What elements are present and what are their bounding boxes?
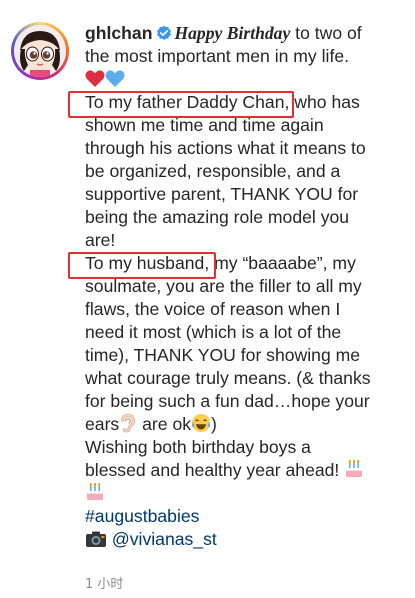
caption-text: blessed and healthy year ahead! <box>85 460 340 480</box>
caption-line-15: time), THANK YOU for showing me <box>85 345 361 365</box>
caption-line-18: ears are ok) <box>85 413 400 436</box>
caption-line-16: what courage truly means. (& thanks <box>85 368 371 388</box>
caption-line-6: through his actions what it means to <box>85 138 366 158</box>
caption-text: who has <box>289 92 360 112</box>
username-link[interactable]: ghlchan <box>85 23 152 43</box>
father-highlight-box <box>68 91 294 118</box>
caption-line-2: the most important men in my life. <box>85 46 350 66</box>
caption-text: are ok <box>137 414 192 434</box>
photographer-mention-link[interactable]: @vivianas_st <box>112 529 217 549</box>
husband-highlight-box <box>68 252 216 279</box>
caption-line-23: @vivianas_st <box>85 528 400 551</box>
caption-line-1: ghlchan Happy Birthday to two of <box>85 22 400 45</box>
caption-line-14: need it most (which is a lot of the <box>85 322 342 342</box>
happy-birthday-text: Happy Birthday <box>174 23 291 43</box>
caption-line-17: for being such a fun dad…hope your <box>85 391 370 411</box>
caption-line-3 <box>85 68 400 91</box>
caption-text: my “baaaabe”, my <box>209 253 356 273</box>
instagram-post-caption: ghlchan Happy Birthday to two of the most… <box>0 0 415 598</box>
caption-line-22: #augustbabies <box>85 505 400 528</box>
story-ring[interactable] <box>11 22 69 80</box>
caption-line-19: Wishing both birthday boys a <box>85 437 311 457</box>
caption-line-20: blessed and healthy year ahead! <box>85 459 400 482</box>
caption-line-9: being the amazing role model you <box>85 207 350 227</box>
birthday-cake-icon <box>344 459 364 485</box>
caption-line-13: flaws, the voice of reason when I <box>85 299 341 319</box>
post-timestamp[interactable]: 1 小时 <box>85 573 123 592</box>
avatar[interactable] <box>14 25 66 77</box>
caption-text: ears <box>85 414 120 434</box>
caption-text: ) <box>211 414 217 434</box>
caption-line-21 <box>85 482 400 505</box>
caption-text: to two of <box>290 23 362 43</box>
caption-line-8: supportive parent, THANK YOU for <box>85 184 359 204</box>
caption-line-7: be organized, responsible, and a <box>85 161 341 181</box>
hashtag-link[interactable]: #augustbabies <box>85 506 199 526</box>
caption-line-10: are! <box>85 230 116 250</box>
cartoon-girl-avatar-icon <box>14 25 66 77</box>
camera-icon <box>85 530 107 554</box>
verified-badge-icon <box>156 24 172 47</box>
